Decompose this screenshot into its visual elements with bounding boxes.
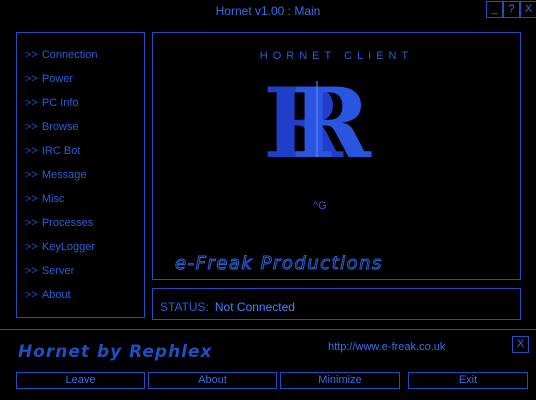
website-link[interactable]: http://www.e-freak.co.uk (328, 341, 445, 353)
sidebar-item-server[interactable]: >> Server (25, 265, 74, 277)
sidebar-item-irc-bot[interactable]: >> IRC Bot (25, 145, 80, 157)
arrow-icon: >> (25, 145, 38, 157)
hornet-logo: R R RR (257, 67, 377, 180)
sidebar-item-browse[interactable]: >> Browse (25, 121, 79, 133)
sidebar-item-label: Server (41, 265, 75, 277)
sidebar-item-label: About (41, 289, 71, 301)
sidebar-item-label: PC Info (41, 97, 79, 109)
sidebar-item-label: Misc (41, 193, 65, 205)
window-title: Hornet v1.00 : Main (215, 4, 321, 18)
sidebar-item-label: Browse (41, 121, 79, 133)
sidebar-item-about[interactable]: >> About (25, 289, 71, 301)
arrow-icon: >> (25, 121, 38, 133)
arrow-icon: >> (25, 217, 38, 229)
producer-text: e-Freak Productions (175, 253, 383, 275)
arrow-icon: >> (25, 241, 38, 253)
status-value: Not Connected (214, 300, 295, 314)
sidebar-item-message[interactable]: >> Message (25, 169, 87, 181)
close-window-button[interactable]: X (520, 1, 536, 18)
sidebar-item-label: KeyLogger (41, 241, 96, 253)
status-line: STATUS: Not Connected (160, 298, 295, 316)
sidebar-item-label: IRC Bot (41, 145, 81, 157)
arrow-icon: >> (25, 49, 38, 61)
main-panel: HORNET CLIENT R R RR ^G e-Freak Producti… (152, 32, 521, 280)
arrow-icon: >> (25, 265, 38, 277)
sidebar-nav: >> Connection >> Power >> PC Info >> Browse … (16, 32, 145, 318)
arrow-icon: >> (25, 169, 38, 181)
arrow-icon: >> (25, 193, 38, 205)
sidebar-item-label: Connection (41, 49, 98, 61)
rr-logo-icon: R R (263, 67, 372, 180)
status-label: STATUS: (160, 300, 209, 314)
about-button[interactable]: About (148, 372, 277, 389)
sidebar-item-pc-info[interactable]: >> PC Info (25, 97, 79, 109)
help-button[interactable]: ? (503, 1, 520, 18)
footer-divider (0, 329, 536, 330)
exit-button[interactable]: Exit (408, 372, 528, 389)
logo-letter-front: R (291, 73, 372, 163)
arrow-icon: >> (25, 97, 38, 109)
footer-close-button[interactable]: X (512, 336, 529, 353)
status-panel: STATUS: Not Connected (152, 288, 521, 320)
sidebar-item-label: Processes (41, 217, 94, 229)
leave-button[interactable]: Leave (16, 372, 145, 389)
sidebar-item-connection[interactable]: >> Connection (25, 49, 98, 61)
sidebar-item-misc[interactable]: >> Misc (25, 193, 64, 205)
sidebar-item-processes[interactable]: >> Processes (25, 217, 93, 229)
sidebar-item-power[interactable]: >> Power (25, 73, 73, 85)
cursor-text: ^G (313, 200, 327, 212)
sidebar-item-label: Message (41, 169, 87, 181)
arrow-icon: >> (25, 289, 38, 301)
minimize-button[interactable]: Minimize (280, 372, 400, 389)
sidebar-item-label: Power (41, 73, 74, 85)
client-label: HORNET CLIENT (259, 50, 414, 62)
sidebar-item-keylogger[interactable]: >> KeyLogger (25, 241, 95, 253)
brand-text: Hornet by Rephlex (18, 342, 213, 362)
minimize-window-button[interactable]: _ (486, 1, 503, 18)
arrow-icon: >> (25, 73, 38, 85)
